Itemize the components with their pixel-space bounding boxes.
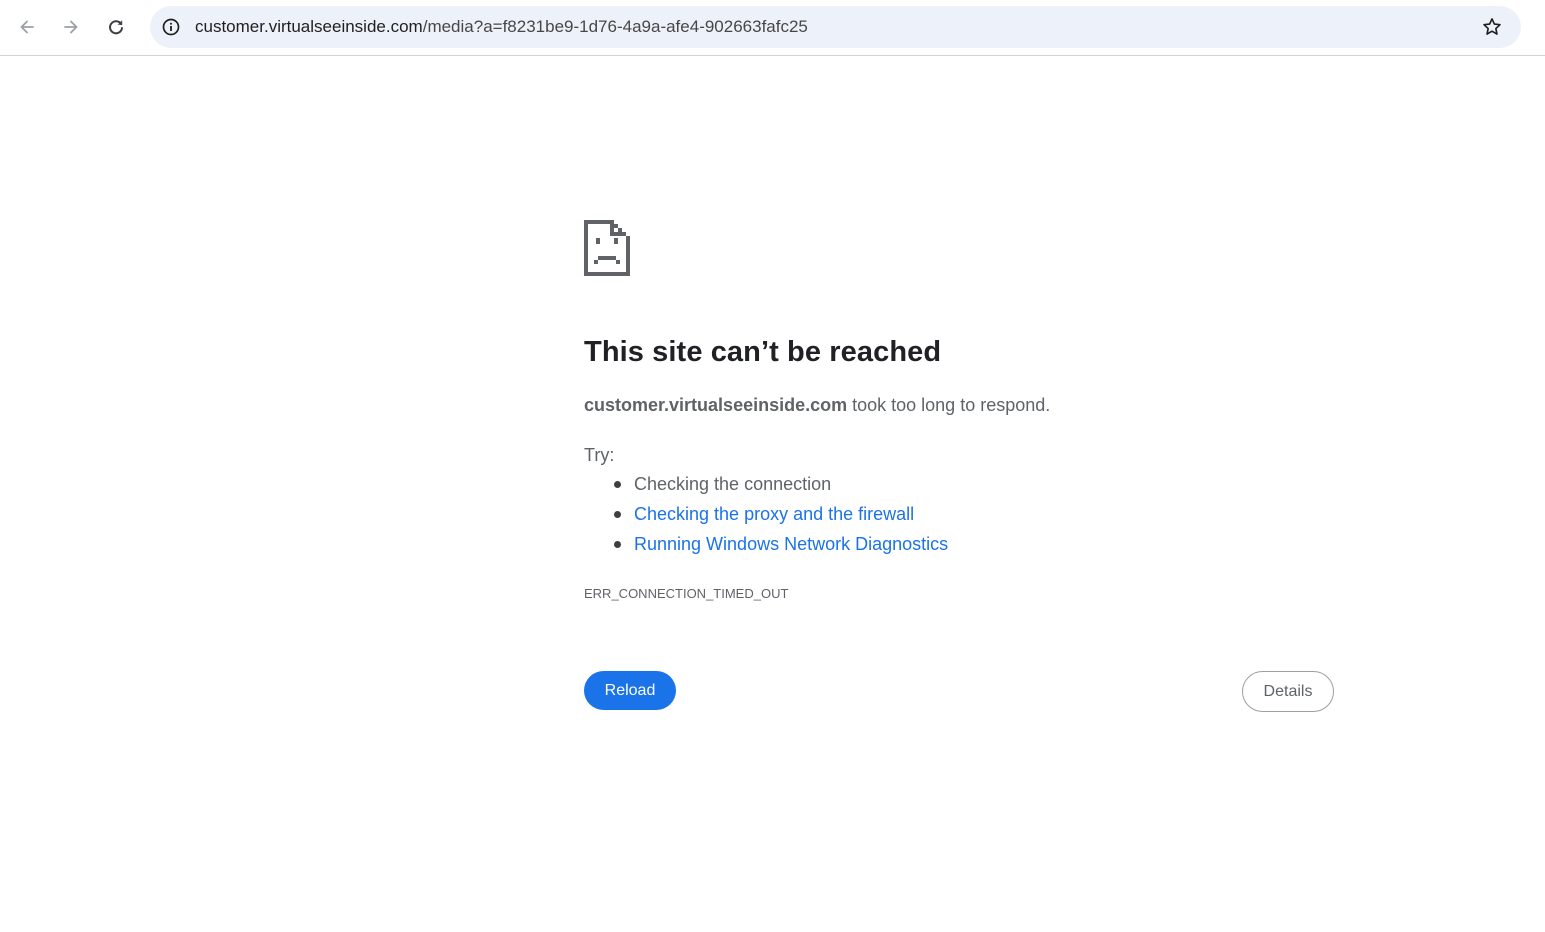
details-button[interactable]: Details [1242, 671, 1334, 712]
error-host: customer.virtualseeinside.com [584, 395, 848, 415]
error-title: This site can’t be reached [584, 336, 942, 368]
url-text[interactable]: customer.virtualseeinside.com/media?a=f8… [195, 17, 808, 37]
back-button[interactable] [10, 10, 44, 44]
bookmark-button[interactable] [1479, 14, 1505, 40]
bullet [614, 481, 621, 488]
suggestion-network-diagnostics: Running Windows Network Diagnostics [584, 533, 948, 563]
arrow-right-icon [64, 20, 78, 34]
check-proxy-link[interactable]: Checking the proxy and the firewall [634, 504, 914, 524]
site-info-button[interactable] [158, 14, 184, 40]
star-outline-icon [1483, 18, 1501, 35]
suggestion-text: Checking the connection [634, 474, 832, 494]
address-bar[interactable]: customer.virtualseeinside.com/media?a=f8… [150, 6, 1521, 48]
bullet [614, 511, 621, 518]
url-path: /media?a=f8231be9-1d76-4a9a-afe4-902663f… [422, 17, 808, 36]
reload-icon [109, 20, 123, 35]
sad-page-icon [584, 220, 630, 276]
url-host: customer.virtualseeinside.com [195, 17, 423, 36]
browser-toolbar: customer.virtualseeinside.com/media?a=f8… [0, 0, 1545, 56]
error-message: took too long to respond. [847, 395, 1051, 415]
network-diagnostics-link[interactable]: Running Windows Network Diagnostics [634, 534, 948, 554]
reload-page-button[interactable] [99, 10, 133, 44]
arrow-left-icon [20, 20, 34, 34]
suggestion-check-proxy: Checking the proxy and the firewall [584, 503, 948, 533]
try-label: Try: [584, 445, 615, 465]
bullet [614, 541, 621, 548]
suggestions-list: Checking the connection Checking the pro… [584, 473, 948, 563]
reload-button[interactable]: Reload [584, 671, 676, 710]
forward-button[interactable] [54, 10, 88, 44]
info-circle-icon [162, 18, 180, 36]
error-summary: customer.virtualseeinside.com took too l… [584, 395, 1050, 416]
suggestion-check-connection: Checking the connection [584, 473, 948, 503]
error-code: ERR_CONNECTION_TIMED_OUT [584, 586, 789, 601]
